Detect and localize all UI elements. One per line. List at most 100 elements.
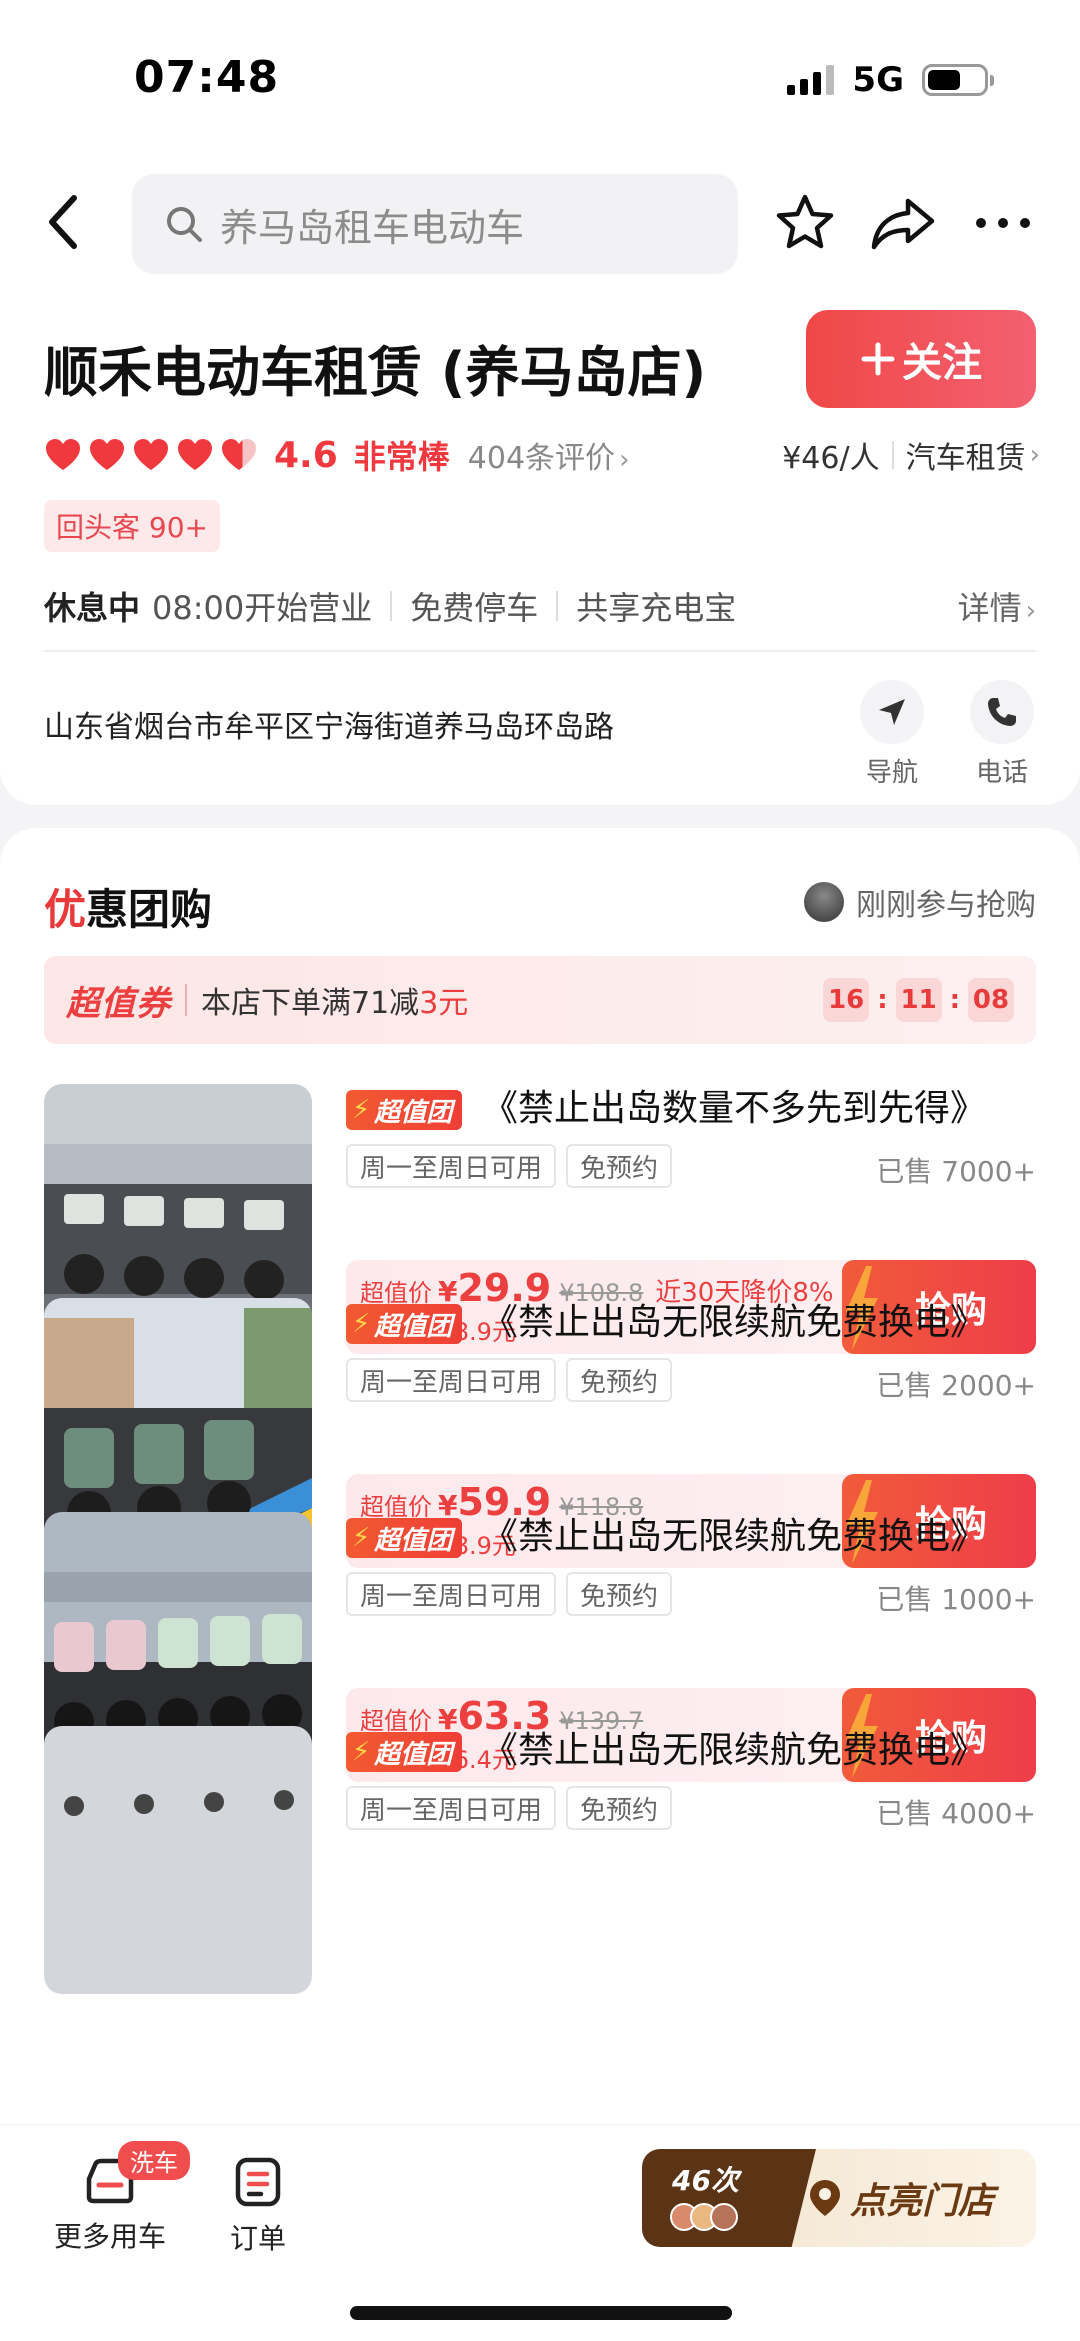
price-per-person: ¥46/人: [782, 441, 880, 476]
light-up-count-panel: 46次: [642, 2149, 816, 2247]
rating-text: 非常棒: [353, 438, 450, 476]
heart-icon: [178, 439, 212, 470]
tab-label: 更多用车: [54, 2220, 167, 2253]
deals-title: 优惠团购: [44, 876, 212, 937]
chevron-right-icon: ›: [1029, 440, 1040, 470]
rating-score: 4.6: [274, 434, 338, 476]
super-deal-badge: ⚡ 超值团: [346, 1090, 463, 1130]
business-info-row[interactable]: 休息中 08:00开始营业 免费停车 共享充电宝 详情 ›: [44, 580, 1036, 632]
deal-tags: 周一至周日可用 免预约: [346, 1786, 673, 1830]
repeat-customer-tag: 回头客 90+: [44, 500, 220, 552]
coupon-amount: 3元: [419, 986, 469, 1021]
search-placeholder: 养马岛租车电动车: [220, 205, 525, 250]
status-icons: 5G: [787, 60, 994, 100]
deal-item[interactable]: ⚡ 超值团 《禁止出岛无限续航免费换电》 周一至周日可用 免预约 已售 4000+: [44, 1726, 1036, 1994]
badge-label: 超值团: [374, 1525, 453, 1556]
deal-tag: 周一至周日可用: [346, 1358, 557, 1402]
status-bar: 07:48 5G: [0, 0, 1080, 160]
recent-purchase: 刚刚参与抢购: [804, 880, 1036, 924]
heart-icon: [90, 439, 124, 470]
deal-tag: 周一至周日可用: [346, 1786, 557, 1830]
light-up-label: 点亮门店: [850, 2181, 995, 2222]
tab-orders[interactable]: 订单: [230, 2157, 286, 2257]
more-icon: [976, 218, 1030, 228]
timer-seconds: 08: [968, 978, 1014, 1022]
deal-tags: 周一至周日可用 免预约: [346, 1358, 673, 1402]
details-link[interactable]: 详情 ›: [958, 583, 1036, 629]
sold-count: 已售 2000+: [876, 1369, 1036, 1402]
avatar-stack: [670, 2203, 738, 2231]
share-button[interactable]: [868, 188, 938, 258]
heart-icon: [46, 439, 80, 470]
deal-image: [44, 1726, 312, 1994]
reviews-link[interactable]: 404条评价 ›: [468, 433, 630, 477]
open-time: 08:00开始营业: [152, 589, 373, 627]
avatar: [804, 882, 844, 922]
coupon-banner[interactable]: 超值券 本店下单满71减 3元 16: 11: 08: [44, 956, 1036, 1044]
super-deal-badge: ⚡ 超值团: [346, 1518, 463, 1558]
home-indicator: [350, 2306, 732, 2320]
timer-hours: 16: [823, 978, 870, 1022]
deal-title: 《禁止出岛无限续航免费换电》: [482, 1730, 987, 1771]
price-category[interactable]: ¥46/人 汽车租赁 ›: [782, 433, 1040, 477]
sold-count: 已售 1000+: [876, 1583, 1036, 1616]
super-deal-badge: ⚡ 超值团: [346, 1304, 463, 1344]
phone-button[interactable]: 电话: [962, 680, 1042, 789]
group-deals-section: 优惠团购 刚刚参与抢购 超值券 本店下单满71减 3元 16: 11: 08 ⚡ 超…: [0, 828, 1080, 2128]
deal-tag: 周一至周日可用: [346, 1572, 557, 1616]
navigate-label: 导航: [865, 758, 918, 788]
deal-tags: 周一至周日可用 免预约: [346, 1572, 673, 1616]
feature-charger: 共享充电宝: [576, 589, 737, 627]
tab-label: 订单: [230, 2222, 287, 2255]
countdown-timer: 16: 11: 08: [823, 978, 1014, 1022]
badge-label: 超值团: [374, 1739, 453, 1770]
light-up-store-button[interactable]: 46次 点亮门店: [642, 2149, 1036, 2247]
follow-label: 关注: [902, 340, 982, 386]
shop-name: 顺禾电动车租赁 (养马岛店): [44, 341, 707, 404]
follow-button[interactable]: 关注: [806, 310, 1036, 408]
coupon-text: 本店下单满71减: [201, 986, 420, 1021]
deal-tags: 周一至周日可用 免预约: [346, 1144, 673, 1188]
chevron-right-icon: ›: [1025, 596, 1036, 626]
recent-purchase-text: 刚刚参与抢购: [856, 888, 1036, 923]
battery-icon: [922, 64, 994, 96]
shop-info-card: 顺禾电动车租赁 (养马岛店) 关注 4.6 非常棒 404条评价 › ¥46/人 …: [0, 290, 1080, 805]
reviews-count: 404条评价: [467, 441, 616, 476]
phone-icon: [988, 698, 1016, 726]
order-icon: [235, 2157, 281, 2207]
plus-icon: [861, 342, 895, 376]
navigate-button[interactable]: 导航: [852, 680, 932, 789]
nav-bar: 养马岛租车电动车: [0, 160, 1080, 290]
coupon-brand: 超值券: [66, 983, 171, 1024]
sold-count: 已售 4000+: [876, 1797, 1036, 1830]
wash-badge: 洗车: [118, 2141, 190, 2180]
star-icon: [776, 194, 834, 249]
shop-address[interactable]: 山东省烟台市牟平区宁海街道养马岛环岛路: [44, 702, 614, 746]
divider: [44, 650, 1036, 652]
navigation-arrow-icon: [879, 699, 905, 725]
search-icon: [167, 207, 202, 242]
signal-icon: [787, 65, 835, 95]
badge-label: 超值团: [374, 1097, 453, 1128]
rating-hearts: [44, 437, 258, 473]
deal-tag: 免预约: [566, 1572, 673, 1616]
back-button[interactable]: [42, 190, 86, 254]
deals-title-first: 优: [44, 885, 87, 934]
light-up-count: 46次: [672, 2164, 739, 2197]
deal-tag: 免预约: [566, 1144, 673, 1188]
more-button[interactable]: [968, 188, 1038, 258]
deal-tag: 周一至周日可用: [346, 1144, 557, 1188]
chevron-right-icon: ›: [619, 445, 630, 475]
feature-parking: 免费停车: [410, 589, 539, 627]
heart-icon: [134, 439, 168, 470]
deal-title: 《禁止出岛无限续航免费换电》: [482, 1302, 987, 1343]
deal-tag: 免预约: [566, 1358, 673, 1402]
half-heart-icon: [222, 439, 256, 470]
favorite-button[interactable]: [770, 188, 840, 258]
search-input[interactable]: 养马岛租车电动车: [132, 174, 738, 274]
back-arrow-icon: [49, 195, 77, 249]
badge-label: 超值团: [374, 1311, 453, 1342]
deal-title: 《禁止出岛无限续航免费换电》: [482, 1516, 987, 1557]
rating-row: 4.6 非常棒 404条评价 › ¥46/人 汽车租赁 ›: [44, 430, 1040, 480]
details-label: 详情: [957, 589, 1022, 627]
